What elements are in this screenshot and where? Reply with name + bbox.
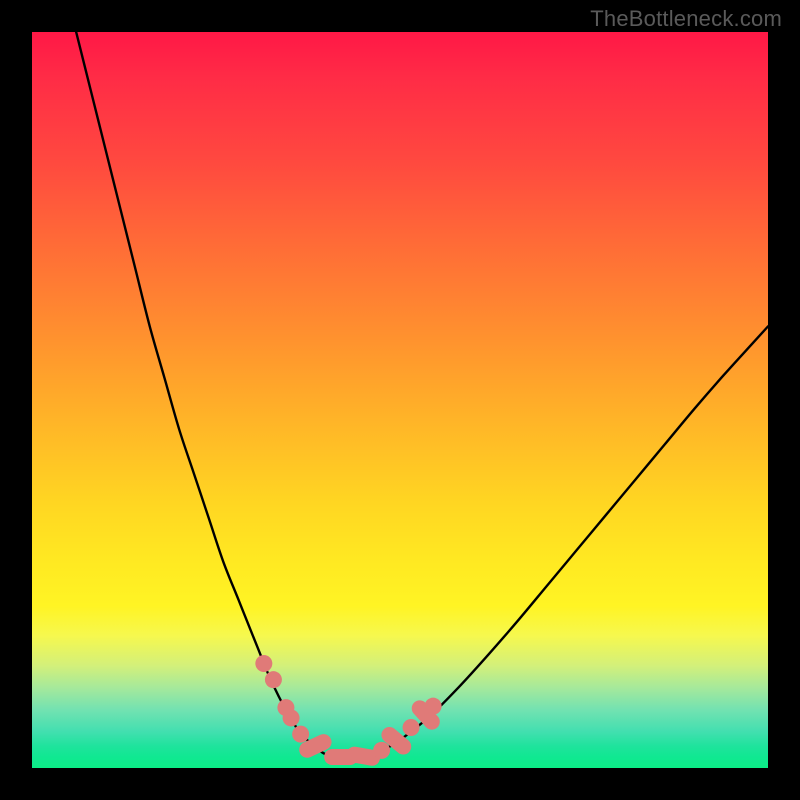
plot-area — [32, 32, 768, 768]
marker-group — [255, 655, 443, 767]
curve-marker — [373, 742, 390, 759]
chart-frame: TheBottleneck.com — [0, 0, 800, 800]
curve-marker — [283, 709, 300, 726]
curve-marker — [292, 726, 309, 743]
curve-marker — [255, 655, 272, 672]
bottleneck-curve — [76, 32, 768, 758]
curve-marker — [425, 698, 442, 715]
watermark-text: TheBottleneck.com — [590, 6, 782, 32]
curve-marker — [265, 671, 282, 688]
curve-marker — [403, 719, 420, 736]
curve-layer — [32, 32, 768, 768]
